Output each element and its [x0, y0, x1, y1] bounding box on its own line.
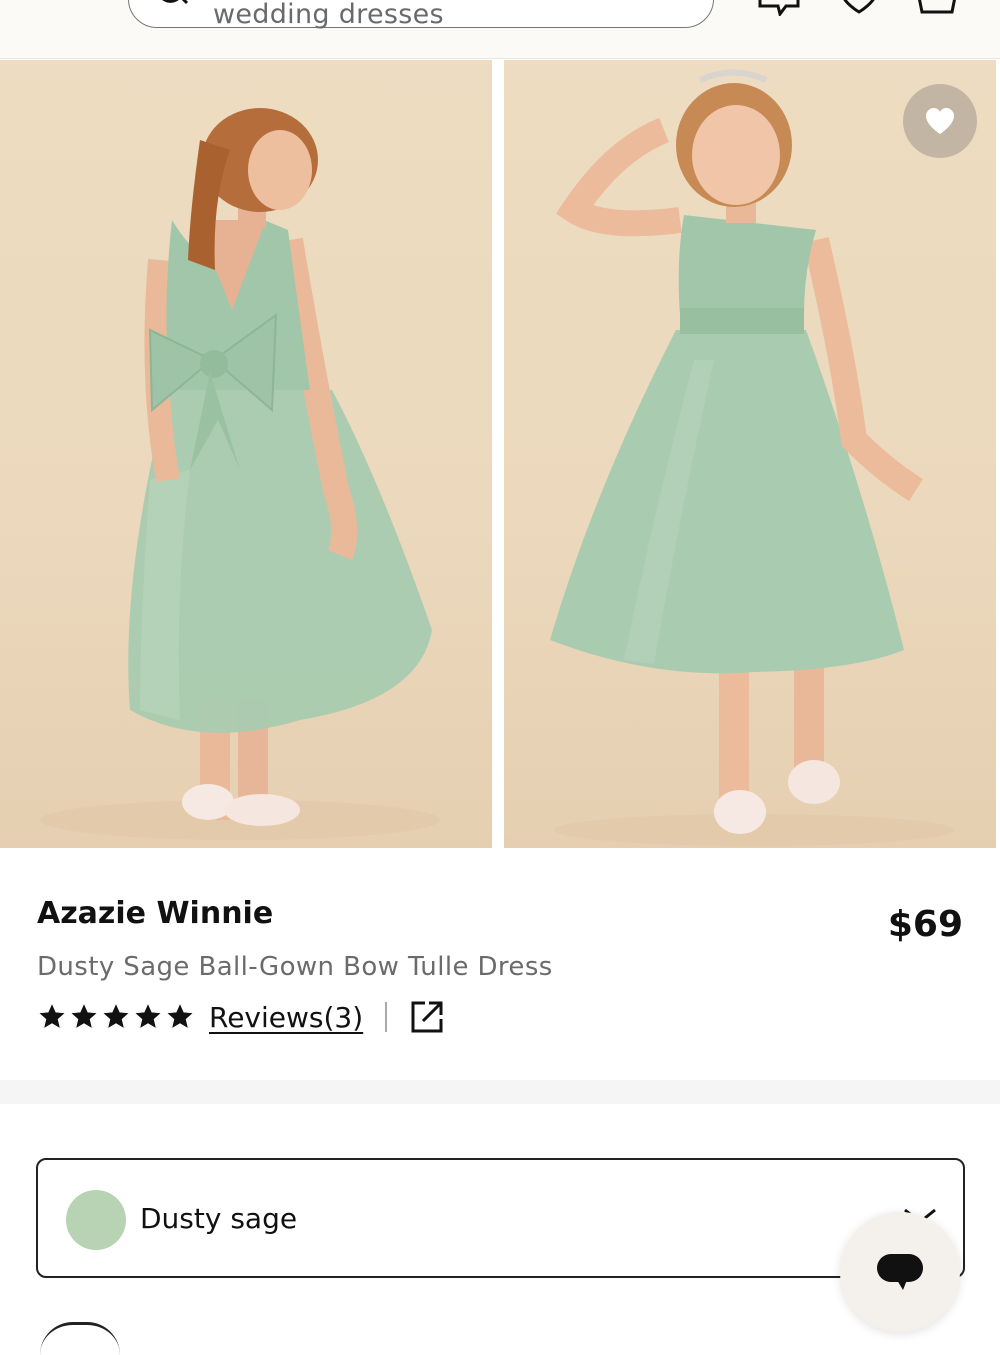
- star-icon: [167, 1004, 193, 1028]
- product-price: $69: [887, 904, 963, 945]
- product-photo-back[interactable]: [0, 60, 492, 848]
- heart-icon: [926, 108, 954, 134]
- star-icon: [103, 1004, 129, 1028]
- divider: [385, 1002, 388, 1032]
- selected-color-label: Dusty sage: [140, 1202, 298, 1235]
- star-icon: [39, 1004, 65, 1028]
- color-selector[interactable]: Dusty sage: [36, 1158, 965, 1278]
- top-header: wedding dresses: [0, 0, 1000, 59]
- search-bar[interactable]: wedding dresses: [128, 0, 714, 30]
- section-divider: [0, 1080, 1000, 1104]
- search-input[interactable]: wedding dresses: [213, 0, 444, 30]
- reviews-link[interactable]: Reviews(3): [209, 1001, 363, 1034]
- color-swatch: [66, 1190, 126, 1250]
- rating-stars: [37, 1002, 195, 1032]
- bag-icon[interactable]: [914, 0, 960, 16]
- next-section-peek: [40, 1322, 120, 1355]
- chat-support-button[interactable]: [840, 1212, 960, 1332]
- star-icon: [71, 1004, 97, 1028]
- heart-icon[interactable]: [836, 0, 882, 16]
- star-icon: [135, 1004, 161, 1028]
- product-gallery[interactable]: [0, 60, 1000, 848]
- chat-icon[interactable]: [756, 0, 802, 16]
- share-icon[interactable]: [409, 999, 445, 1035]
- rating-row: Reviews(3): [37, 996, 445, 1038]
- product-brand: Azazie Winnie: [37, 896, 274, 931]
- favorite-button[interactable]: [903, 84, 977, 158]
- search-icon: [162, 0, 189, 5]
- chat-bubble-icon: [877, 1254, 923, 1290]
- menu-icon[interactable]: [40, 0, 88, 10]
- product-photo-front[interactable]: [504, 60, 996, 848]
- product-title: Dusty Sage Ball-Gown Bow Tulle Dress: [37, 952, 553, 982]
